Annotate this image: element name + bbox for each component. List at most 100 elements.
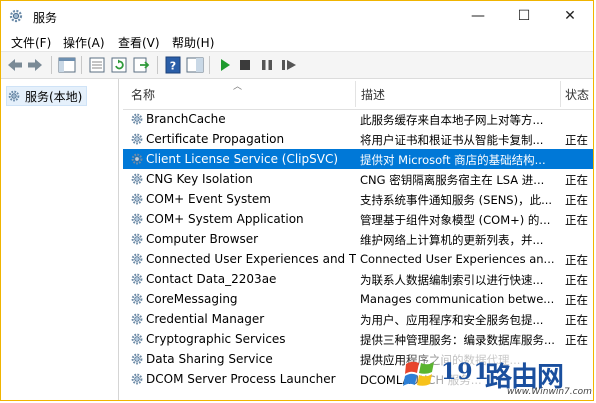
windows-flag-logo xyxy=(403,361,434,386)
sort-ascending-icon: ︿ xyxy=(233,82,243,92)
pause-service-icon[interactable] xyxy=(257,56,277,74)
toolbar-separator xyxy=(51,56,52,74)
service-name: COM+ System Application xyxy=(146,212,304,226)
column-header-name[interactable]: 名称 xyxy=(131,86,155,103)
service-gear-icon xyxy=(131,133,143,145)
service-name: BranchCache xyxy=(146,112,226,126)
column-headers: ︿ 名称 描述 状态 xyxy=(123,79,593,110)
maximize-button[interactable]: ☐ xyxy=(501,1,547,31)
service-status: 正在 xyxy=(565,213,588,227)
service-row[interactable]: CoreMessaging Manages communication betwe… xyxy=(123,289,593,309)
back-arrow-icon[interactable] xyxy=(5,56,25,74)
service-row[interactable]: CNG Key Isolation CNG 密钥隔离服务宿主在 LSA 进... 正… xyxy=(123,169,593,189)
service-gear-icon xyxy=(131,253,143,265)
service-row[interactable]: BranchCache 此服务缓存来自本地子网上对等方... xyxy=(123,109,593,129)
refresh-icon[interactable] xyxy=(109,56,129,74)
service-status: 正在 xyxy=(565,133,588,147)
service-status: 正在 xyxy=(565,193,588,207)
service-description: CNG 密钥隔离服务宿主在 LSA 进... xyxy=(360,173,545,187)
svg-text:?: ? xyxy=(170,60,176,73)
service-status: 正在 xyxy=(565,293,588,307)
service-row[interactable]: COM+ Event System 支持系统事件通知服务 (SENS)，此... 正… xyxy=(123,189,593,209)
title-bar[interactable]: 服务 — ☐ ✕ xyxy=(1,1,593,31)
service-name: Credential Manager xyxy=(146,312,265,326)
service-status: 正在 xyxy=(565,273,588,287)
tree-item-services-local[interactable]: 服务(本地) xyxy=(6,86,88,106)
show-action-pane-icon[interactable] xyxy=(185,56,205,74)
close-button[interactable]: ✕ xyxy=(547,1,593,31)
service-name: CNG Key Isolation xyxy=(146,172,253,186)
service-name: Client License Service (ClipSVC) xyxy=(146,152,339,166)
menu-view[interactable]: 查看(V) xyxy=(118,34,160,51)
service-name: COM+ Event System xyxy=(146,192,271,206)
console-tree: 服务(本地) xyxy=(1,79,119,400)
menu-action[interactable]: 操作(A) xyxy=(63,34,105,51)
start-service-icon[interactable] xyxy=(215,56,235,74)
service-description: 维护网络上计算机的更新列表，并... xyxy=(360,233,544,247)
service-gear-icon xyxy=(131,293,143,305)
service-gear-icon xyxy=(131,113,143,125)
service-row[interactable]: Computer Browser 维护网络上计算机的更新列表，并... xyxy=(123,229,593,249)
service-name: Connected User Experiences and T... xyxy=(146,252,356,266)
service-row[interactable]: Certificate Propagation 将用户证书和根证书从智能卡复制..… xyxy=(123,129,593,149)
service-gear-icon xyxy=(131,273,143,285)
service-row[interactable]: Cryptographic Services 提供三种管理服务：编录数据库服务..… xyxy=(123,329,593,349)
column-header-description[interactable]: 描述 xyxy=(361,86,385,103)
service-description: 管理基于组件对象模型 (COM+) 的... xyxy=(360,213,551,227)
minimize-button[interactable]: — xyxy=(455,1,501,31)
service-description: 此服务缓存来自本地子网上对等方... xyxy=(360,113,544,127)
window-title: 服务 xyxy=(33,11,58,25)
service-description: 将用户证书和根证书从智能卡复制... xyxy=(360,133,544,147)
service-description: 为用户、应用程序和安全服务包提... xyxy=(360,313,544,327)
forward-arrow-icon[interactable] xyxy=(25,56,45,74)
service-row[interactable]: Client License Service (ClipSVC) 提供对 Micr… xyxy=(123,149,593,169)
column-divider[interactable] xyxy=(560,81,561,107)
watermark: 191 路由网 www.Winwin7.com xyxy=(397,351,593,400)
service-gear-icon xyxy=(131,173,143,185)
service-gear-icon xyxy=(131,333,143,345)
service-gear-icon xyxy=(131,213,143,225)
service-row[interactable]: Connected User Experiences and T... Conne… xyxy=(123,249,593,269)
service-name: Certificate Propagation xyxy=(146,132,285,146)
service-name: Cryptographic Services xyxy=(146,332,286,346)
toolbar: ? xyxy=(1,51,593,79)
service-description: Connected User Experiences an... xyxy=(360,252,555,266)
service-description: 提供对 Microsoft 商店的基础结构... xyxy=(360,153,546,167)
export-list-icon[interactable] xyxy=(131,56,151,74)
service-row[interactable]: Credential Manager 为用户、应用程序和安全服务包提... 正在 xyxy=(123,309,593,329)
restart-service-icon[interactable] xyxy=(279,56,299,74)
column-divider[interactable] xyxy=(355,81,356,107)
service-gear-icon xyxy=(131,153,143,165)
menu-bar: 文件(F) 操作(A) 查看(V) 帮助(H) xyxy=(1,31,593,51)
services-window: 服务 — ☐ ✕ 文件(F) 操作(A) 查看(V) 帮助(H) ? 服务(本地… xyxy=(0,0,594,401)
toolbar-separator xyxy=(81,56,82,74)
column-header-status[interactable]: 状态 xyxy=(565,86,589,103)
stop-service-icon[interactable] xyxy=(235,56,255,74)
watermark-url: www.Winwin7.com xyxy=(507,387,592,397)
service-status: 正在 xyxy=(565,313,588,327)
service-status: 正在 xyxy=(565,333,588,347)
service-name: Data Sharing Service xyxy=(146,352,273,366)
service-gear-icon xyxy=(131,313,143,325)
service-description: 提供三种管理服务：编录数据库服务... xyxy=(360,333,555,347)
service-description: Manages communication betwe... xyxy=(360,292,555,306)
properties-icon[interactable] xyxy=(87,56,107,74)
toolbar-separator xyxy=(157,56,158,74)
help-icon[interactable]: ? xyxy=(163,56,183,74)
toolbar-separator xyxy=(209,56,210,74)
watermark-number: 191 xyxy=(441,359,490,385)
service-status: 正在 xyxy=(565,253,588,267)
service-row[interactable]: Contact Data_2203ae 为联系人数据编制索引以进行快速... 正在 xyxy=(123,269,593,289)
service-row[interactable]: COM+ System Application 管理基于组件对象模型 (COM+)… xyxy=(123,209,593,229)
service-name: Computer Browser xyxy=(146,232,259,246)
service-name: Contact Data_2203ae xyxy=(146,272,277,286)
console-tree-icon[interactable] xyxy=(57,56,77,74)
service-gear-icon xyxy=(131,353,143,365)
service-description: 支持系统事件通知服务 (SENS)，此... xyxy=(360,193,553,207)
menu-help[interactable]: 帮助(H) xyxy=(172,34,214,51)
service-description: 为联系人数据编制索引以进行快速... xyxy=(360,273,544,287)
service-status: 正在 xyxy=(565,173,588,187)
menu-file[interactable]: 文件(F) xyxy=(11,34,51,51)
service-gear-icon xyxy=(131,233,143,245)
service-name: CoreMessaging xyxy=(146,292,238,306)
